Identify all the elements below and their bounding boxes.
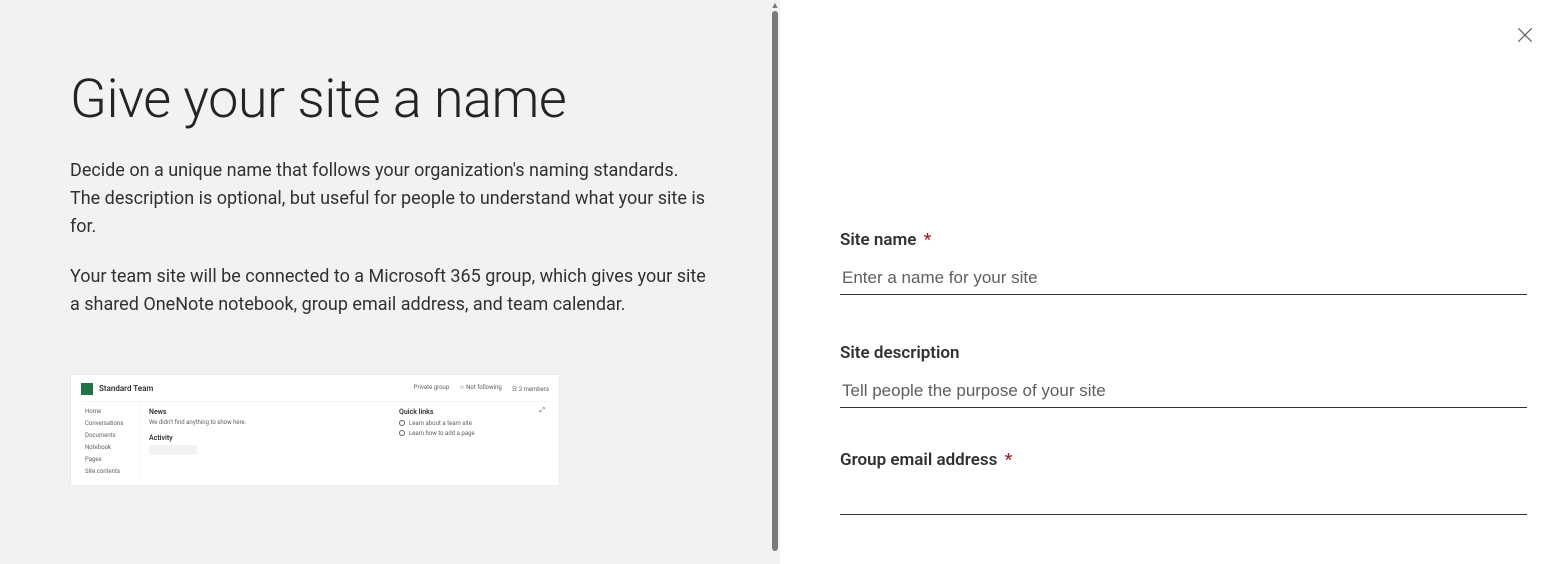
info-pane: Give your site a name Decide on a unique… xyxy=(0,0,780,564)
page-title: Give your site a name xyxy=(70,70,710,129)
scroll-thumb[interactable] xyxy=(772,11,778,551)
globe-icon xyxy=(399,420,405,426)
site-name-input[interactable] xyxy=(840,260,1527,295)
preview-link-item: Learn how to add a page xyxy=(399,430,539,437)
site-name-label: Site name * xyxy=(840,230,1527,250)
required-asterisk: * xyxy=(1005,450,1013,470)
preview-following: ☆ Not following xyxy=(459,384,502,393)
intro-paragraph-1: Decide on a unique name that follows you… xyxy=(70,157,710,241)
field-site-name: Site name * xyxy=(840,230,1527,295)
preview-nav-item: Home xyxy=(85,408,136,415)
group-email-label: Group email address * xyxy=(840,450,1527,470)
close-icon xyxy=(1515,25,1535,45)
left-scrollbar[interactable]: ▲ xyxy=(770,0,780,564)
intro-paragraph-2: Your team site will be connected to a Mi… xyxy=(70,263,710,319)
site-description-input[interactable] xyxy=(840,373,1527,408)
group-email-input[interactable] xyxy=(840,480,1527,515)
expand-icon: ⤢ xyxy=(539,406,545,415)
scroll-track[interactable] xyxy=(770,11,780,564)
intro-text: Decide on a unique name that follows you… xyxy=(70,157,710,318)
required-asterisk: * xyxy=(924,230,932,250)
preview-logo-icon xyxy=(81,383,93,395)
globe-icon xyxy=(399,430,405,436)
preview-nav-item: Notebook xyxy=(85,444,136,451)
preview-quicklinks-heading: Quick links xyxy=(399,408,539,416)
field-group-email: Group email address * xyxy=(840,450,1527,515)
preview-nav-item: Pages xyxy=(85,456,136,463)
preview-activity-placeholder xyxy=(149,445,197,455)
scroll-up-icon[interactable]: ▲ xyxy=(771,0,780,11)
field-site-description: Site description xyxy=(840,343,1527,408)
preview-members: 요 2 members xyxy=(512,384,549,393)
preview-privacy: Private group xyxy=(414,384,449,393)
form-pane: Site name * Site description Group email… xyxy=(780,0,1567,564)
preview-nav-item: Conversations xyxy=(85,420,136,427)
close-button[interactable] xyxy=(1511,22,1539,50)
preview-nav-item: Site contents xyxy=(85,468,136,475)
site-preview-illustration: Standard Team Private group ☆ Not follow… xyxy=(70,374,560,486)
preview-link-item: Learn about a team site xyxy=(399,420,539,427)
preview-nav-item: Documents xyxy=(85,432,136,439)
site-description-label: Site description xyxy=(840,343,1527,363)
preview-nav: Home Conversations Documents Notebook Pa… xyxy=(81,402,141,481)
preview-site-title: Standard Team xyxy=(99,384,153,393)
